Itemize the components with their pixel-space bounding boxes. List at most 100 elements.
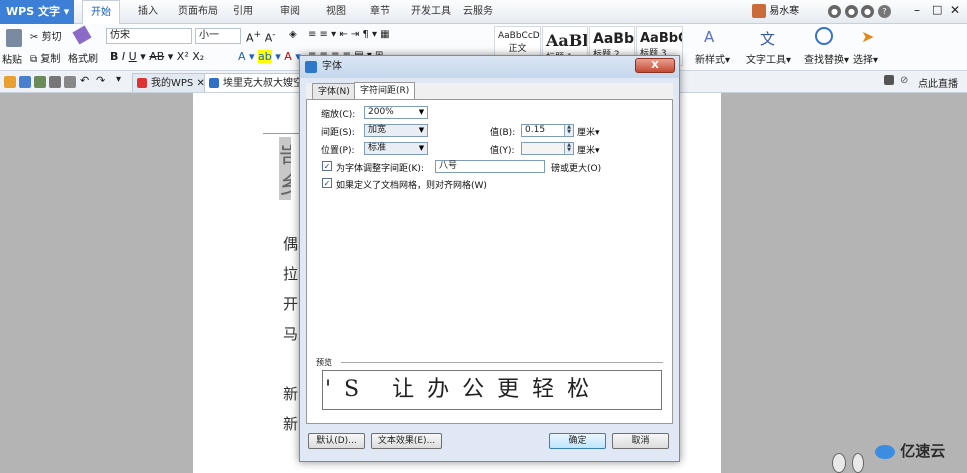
new-style-button[interactable]: 新样式▾ <box>695 51 730 66</box>
default-button[interactable]: 默认(D)... <box>308 433 365 449</box>
dialog-body: 字体(N) 字符间距(R) 缩放(C): 200% ▼ 间距(S): 加宽 ▼ 值(… <box>306 82 673 424</box>
help-icon[interactable]: ? <box>878 5 891 18</box>
spacing-amount-input[interactable]: 0.15 ▲ ▼ <box>521 124 574 137</box>
kerning-checkbox[interactable]: ✓ <box>322 161 332 171</box>
tab-references[interactable]: 引用 <box>225 0 261 24</box>
select-label: 选择 <box>853 55 873 66</box>
position-amount-input[interactable]: ▲ ▼ <box>521 142 574 155</box>
style-heading1-sample: AaBl <box>546 31 588 50</box>
font-name-select[interactable]: 仿宋 <box>106 28 192 44</box>
close-window-icon[interactable]: ✕ <box>950 3 960 17</box>
font-size-select[interactable]: 小一 <box>195 28 241 44</box>
text-tool-icon[interactable]: 文 <box>760 28 775 49</box>
bell-icon[interactable]: ⊘ <box>900 75 908 86</box>
spacing-select[interactable]: 加宽 ▼ <box>364 124 428 137</box>
body-line-2: 拉 <box>283 265 299 283</box>
position-unit-select[interactable]: 厘米▾ <box>577 143 600 156</box>
body-line-6: 新 <box>283 415 299 433</box>
minimize-icon[interactable]: – <box>914 3 920 17</box>
position-amount-label: 值(Y): <box>490 146 515 156</box>
tab-developer[interactable]: 开发工具 <box>403 0 459 24</box>
find-replace-icon[interactable] <box>815 27 833 45</box>
font-style-buttons[interactable]: B I U ▾ AB ▾ X² X₂ <box>110 50 204 63</box>
tab-view[interactable]: 视图 <box>318 0 354 24</box>
text-effect-button[interactable]: 文本效果(E)... <box>371 433 442 449</box>
position-value: 标准 <box>368 143 387 153</box>
clear-format-icon[interactable]: ◈ <box>289 29 297 40</box>
live-stream-link[interactable]: 点此直播 <box>918 75 958 90</box>
redo-icon[interactable]: ↷ <box>96 74 105 87</box>
ok-button[interactable]: 确定 <box>549 433 606 449</box>
tab-review[interactable]: 审阅 <box>272 0 308 24</box>
doc-tab-current-label: 埃里克大叔大嫂空间 <box>223 78 302 89</box>
watermark-text: 亿速云 <box>900 442 946 460</box>
new-style-icon[interactable]: A <box>704 28 714 46</box>
copy-button[interactable]: ⧉ 复制 <box>30 50 60 65</box>
dialog-title-bar[interactable]: 字体 X <box>300 56 679 78</box>
position-select[interactable]: 标准 ▼ <box>364 142 428 155</box>
spinner-icon[interactable]: ▲ ▼ <box>564 143 573 154</box>
dialog-app-icon <box>305 61 317 73</box>
select-cursor-icon[interactable]: ➤ <box>861 27 874 46</box>
style-heading3-sample: AaBbC <box>640 31 683 46</box>
doc-tab-mywps[interactable]: 我的WPS ✕ <box>132 73 212 92</box>
heading-char-2: 乡 <box>279 165 291 200</box>
settings-icon[interactable]: ● <box>861 5 874 18</box>
decoration-icon <box>852 453 864 473</box>
doc-tab-current[interactable]: 埃里克大叔大嫂空间 <box>204 73 302 92</box>
preview-box: 'S 让办公更轻松 <box>322 370 662 410</box>
paragraph-tools-icon[interactable]: ≡ ≡ ▾ ⇤ ⇥ ¶ ▾ ▦ <box>308 29 390 40</box>
tab-character-spacing[interactable]: 字符间距(R) <box>354 82 416 100</box>
body-line-4: 马 <box>283 325 299 343</box>
tab-cloud[interactable]: 云服务 <box>455 0 501 24</box>
kerning-suffix: 磅或更大(O) <box>551 164 602 174</box>
format-painter-button[interactable]: 格式刷 <box>68 50 98 65</box>
save-icon[interactable] <box>19 76 31 88</box>
font-dialog: 字体 X 字体(N) 字符间距(R) 缩放(C): 200% ▼ 间距(S): 加… <box>299 55 680 462</box>
print-icon[interactable] <box>49 76 61 88</box>
select-button[interactable]: 选择▾ <box>853 51 878 66</box>
maximize-icon[interactable]: □ <box>932 3 942 16</box>
find-replace-button[interactable]: 查找替换▾ <box>804 51 849 66</box>
text-tool-button[interactable]: 文字工具▾ <box>746 51 791 66</box>
app-name: WPS 文字 <box>6 5 60 18</box>
paste-button[interactable]: 粘贴 <box>2 51 22 66</box>
paste-icon[interactable] <box>6 29 22 47</box>
feedback-icon[interactable]: ● <box>845 5 858 18</box>
tab-chapter[interactable]: 章节 <box>362 0 398 24</box>
tab-insert[interactable]: 插入 <box>130 0 166 24</box>
body-line-5: 新 <box>283 385 299 403</box>
kerning-size-input[interactable]: 八号 <box>435 160 545 173</box>
app-menu-button[interactable]: WPS 文字 ▾ <box>0 0 74 24</box>
dialog-close-button[interactable]: X <box>635 58 675 73</box>
export-pdf-icon[interactable] <box>34 76 46 88</box>
cancel-button[interactable]: 取消 <box>612 433 669 449</box>
format-painter-icon[interactable] <box>72 25 92 45</box>
live-icon[interactable] <box>884 75 894 85</box>
find-replace-label: 查找替换 <box>804 55 844 66</box>
chevron-down-icon: ▼ <box>418 108 425 116</box>
grow-font-icon[interactable]: A+ A- <box>246 29 276 45</box>
scale-select[interactable]: 200% ▼ <box>364 106 428 119</box>
customize-dropdown-icon[interactable]: ▾ <box>116 74 121 85</box>
text-color-icon[interactable]: A ▾ ab ▾ A ▾ <box>238 50 301 63</box>
spinner-icon[interactable]: ▲ ▼ <box>564 125 573 136</box>
tab-font[interactable]: 字体(N) <box>312 83 356 99</box>
spacing-unit-select[interactable]: 厘米▾ <box>577 125 600 138</box>
tab-start[interactable]: 开始 <box>82 0 120 25</box>
menu-bar: WPS 文字 ▾ 开始 插入 页面布局 引用 审阅 视图 章节 开发工具 云服务… <box>0 0 967 25</box>
kerning-size-value: 八号 <box>439 161 458 171</box>
print-preview-icon[interactable] <box>64 76 76 88</box>
user-account[interactable]: 易水寒 <box>752 3 799 21</box>
preview-label: 预览 <box>316 358 332 367</box>
kerning-label: 为字体调整字间距(K): <box>336 164 424 174</box>
open-folder-icon[interactable] <box>4 76 16 88</box>
character-spacing-panel: 缩放(C): 200% ▼ 间距(S): 加宽 ▼ 值(B): 0.15 ▲ ▼ 厘米▾… <box>306 99 673 424</box>
tab-page-layout[interactable]: 页面布局 <box>170 0 226 24</box>
document-icon <box>209 78 219 88</box>
cut-button[interactable]: ✂ 剪切 <box>30 28 62 43</box>
skin-icon[interactable]: ● <box>828 5 841 18</box>
undo-icon[interactable]: ↶ <box>80 74 89 87</box>
style-normal-label: 正文 <box>508 44 527 54</box>
snap-to-grid-checkbox[interactable]: ✓ <box>322 178 332 188</box>
